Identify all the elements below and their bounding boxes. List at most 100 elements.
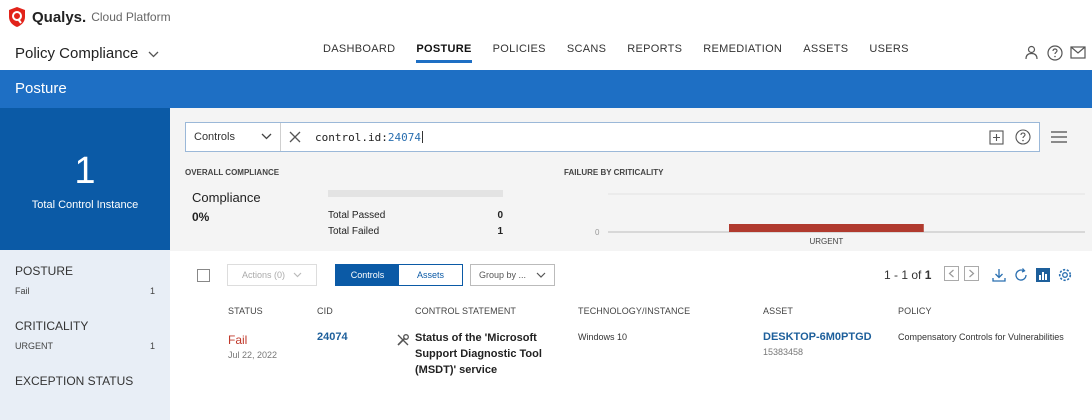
page-title: Posture	[0, 70, 1092, 108]
col-header-control-statement[interactable]: CONTROL STATEMENT	[415, 306, 516, 316]
nav-posture[interactable]: POSTURE	[416, 43, 472, 63]
asset-cell: DESKTOP-6M0PTGD 15383458	[763, 330, 872, 360]
view-controls-button[interactable]: Controls	[336, 265, 399, 285]
mail-icon[interactable]	[1069, 44, 1086, 61]
chart-category-label: URGENT	[809, 237, 843, 246]
status-date: Jul 22, 2022	[228, 350, 278, 360]
total-failed-label: Total Failed	[328, 226, 380, 237]
filter-title[interactable]: EXCEPTION STATUS	[15, 374, 155, 388]
main-nav: DASHBOARD POSTURE POLICIES SCANS REPORTS…	[323, 43, 930, 63]
group-by-label: Group by ...	[479, 270, 527, 280]
chart-bar-urgent[interactable]	[729, 224, 924, 232]
pagination-info: 1 - 1 of 1	[884, 268, 931, 282]
col-header-policy[interactable]: POLICY	[898, 306, 932, 316]
results-area: Actions (0) Controls Assets Group by ...…	[170, 251, 1092, 420]
policy-cell: Compensatory Controls for Vulnerabilitie…	[898, 332, 1064, 342]
col-header-cid[interactable]: CID	[317, 306, 333, 316]
nav-remediation[interactable]: REMEDIATION	[703, 43, 782, 63]
filter-item-label: Fail	[15, 286, 30, 296]
compliance-progress-bar	[328, 190, 503, 197]
view-assets-button[interactable]: Assets	[399, 265, 462, 285]
main-content: Controls control.id: 24074 OVERALL COMPL…	[170, 108, 1092, 420]
view-toggle: Controls Assets	[335, 264, 463, 286]
chevron-down-icon	[536, 270, 546, 280]
nav-dashboard[interactable]: DASHBOARD	[323, 43, 395, 63]
nav-scans[interactable]: SCANS	[567, 43, 606, 63]
filter-item-label: URGENT	[15, 341, 53, 351]
chart-zero-label: 0	[595, 228, 600, 237]
col-header-status[interactable]: STATUS	[228, 306, 263, 316]
help-icon[interactable]	[1046, 44, 1063, 61]
search-type-select[interactable]: Controls	[186, 123, 281, 151]
search-help-icon[interactable]	[1015, 129, 1031, 145]
total-passed-row: Total Passed 0	[328, 210, 503, 221]
brand-sub: Cloud Platform	[91, 10, 171, 24]
actions-dropdown[interactable]: Actions (0)	[227, 264, 317, 286]
total-instance-label: Total Control Instance	[31, 199, 139, 211]
module-name: Policy Compliance	[15, 45, 139, 62]
nav-policies[interactable]: POLICIES	[493, 43, 546, 63]
download-icon[interactable]	[990, 266, 1007, 283]
chevron-down-icon	[261, 131, 272, 143]
prev-page-icon[interactable]	[944, 266, 959, 281]
chart-view-icon[interactable]	[1034, 266, 1051, 283]
pagination-buttons	[944, 266, 984, 281]
total-failed-row: Total Failed 1	[328, 226, 503, 237]
compliance-title: Compliance	[192, 190, 261, 205]
search-actions	[978, 123, 1039, 151]
settings-gear-icon[interactable]	[1056, 266, 1073, 283]
module-switcher[interactable]: Policy Compliance	[15, 45, 159, 62]
chevron-down-icon	[293, 270, 302, 280]
asset-id: 15383458	[763, 347, 804, 357]
status-badge: Fail	[228, 333, 248, 347]
brand-name: Qualys.	[32, 8, 87, 26]
col-header-technology[interactable]: TECHNOLOGY/INSTANCE	[578, 306, 690, 316]
select-all-checkbox[interactable]	[197, 269, 210, 282]
group-by-dropdown[interactable]: Group by ...	[470, 264, 555, 286]
technology-cell: Windows 10	[578, 332, 628, 342]
filter-sidebar: 1 Total Control Instance POSTURE Fail 1 …	[0, 108, 170, 420]
criticality-chart: 0 URGENT	[595, 193, 1085, 246]
next-page-icon[interactable]	[964, 266, 979, 281]
filter-item-urgent[interactable]: URGENT 1	[15, 341, 155, 351]
refresh-icon[interactable]	[1012, 266, 1029, 283]
cid-link[interactable]: 24074	[317, 330, 348, 345]
filter-title: POSTURE	[15, 264, 74, 278]
total-instance-card: 1 Total Control Instance	[0, 108, 170, 250]
summary-panel: Controls control.id: 24074 OVERALL COMPL…	[170, 108, 1092, 251]
total-failed-value: 1	[497, 226, 503, 237]
results-toolbar: Actions (0) Controls Assets Group by ...…	[170, 263, 1092, 289]
qualys-shield-icon	[9, 7, 25, 27]
nav-users[interactable]: USERS	[869, 43, 908, 63]
filter-item-count: 1	[149, 286, 155, 296]
top-bar: Qualys. Cloud Platform Policy Compliance…	[0, 0, 1092, 70]
filter-criticality: CRITICALITY URGENT 1	[15, 319, 155, 351]
pagination-total: 1	[924, 268, 932, 282]
results-tool-icons	[990, 266, 1078, 283]
control-statement: Status of the 'Microsoft Support Diagnos…	[415, 332, 542, 376]
failure-by-criticality-heading: FAILURE BY CRITICALITY	[564, 168, 664, 177]
asset-link[interactable]: DESKTOP-6M0PTGD	[763, 330, 872, 345]
overall-compliance-heading: OVERALL COMPLIANCE	[185, 168, 280, 177]
tools-icon	[396, 333, 410, 352]
add-query-icon[interactable]	[989, 129, 1004, 145]
hamburger-menu-icon[interactable]	[1050, 130, 1068, 149]
filter-posture: POSTURE Fail 1	[15, 264, 155, 296]
clear-search-icon[interactable]	[281, 123, 309, 151]
qualys-logo[interactable]: Qualys. Cloud Platform	[7, 6, 171, 28]
nav-reports[interactable]: REPORTS	[627, 43, 682, 63]
total-passed-value: 0	[497, 210, 503, 221]
filter-exception-status: EXCEPTION STATUS	[15, 374, 155, 388]
col-header-asset[interactable]: ASSET	[763, 306, 793, 316]
top-icons	[1017, 44, 1086, 61]
query-value: 24074	[387, 130, 421, 144]
user-icon[interactable]	[1023, 44, 1040, 61]
search-input[interactable]: control.id: 24074	[309, 123, 978, 151]
status-cell: Fail Jul 22, 2022	[228, 333, 277, 363]
pagination-range: 1 - 1 of	[884, 268, 922, 282]
nav-assets[interactable]: ASSETS	[803, 43, 848, 63]
compliance-percent: 0%	[192, 210, 210, 224]
filter-item-fail[interactable]: Fail 1	[15, 286, 155, 296]
text-caret	[421, 131, 423, 143]
filter-title: CRITICALITY	[15, 319, 89, 333]
